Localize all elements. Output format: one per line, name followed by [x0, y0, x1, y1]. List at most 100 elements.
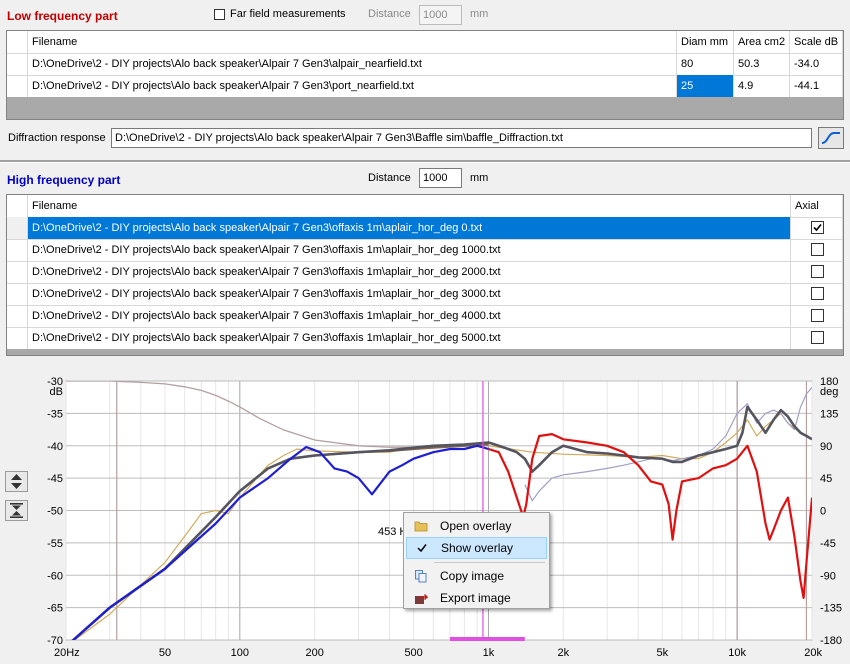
- y2-tick-label: 45: [820, 473, 832, 485]
- low-col-filename[interactable]: Filename: [28, 31, 677, 53]
- table-row[interactable]: D:\OneDrive\2 - DIY projects\Alo back sp…: [7, 217, 843, 240]
- axial-checkbox[interactable]: [811, 265, 824, 278]
- low-row-diam-selected[interactable]: 25: [677, 75, 734, 97]
- low-distance-unit: mm: [470, 8, 489, 20]
- x-tick-label: 50: [159, 647, 171, 659]
- fit-vertical-icon: [10, 503, 23, 518]
- x-tick-label: 20k: [804, 647, 822, 659]
- axial-checkbox[interactable]: [811, 331, 824, 344]
- high-row-filename-selected[interactable]: D:\OneDrive\2 - DIY projects\Alo back sp…: [28, 217, 791, 239]
- axial-checkbox[interactable]: [811, 287, 824, 300]
- low-col-diam[interactable]: Diam mm: [677, 31, 734, 53]
- y-tick-label: -30: [47, 376, 63, 388]
- table-row[interactable]: D:\OneDrive\2 - DIY projects\Alo back sp…: [7, 53, 843, 76]
- low-col-area[interactable]: Area cm2: [734, 31, 790, 53]
- high-row-axial[interactable]: [791, 217, 843, 239]
- high-row-filename[interactable]: D:\OneDrive\2 - DIY projects\Alo back sp…: [28, 283, 791, 305]
- zoom-expand-button[interactable]: [5, 471, 28, 492]
- y2-tick-label: -45: [820, 538, 836, 550]
- diffraction-curve-button[interactable]: [818, 127, 844, 149]
- high-col-filename[interactable]: Filename: [28, 195, 791, 217]
- y-tick-label: -45: [47, 473, 63, 485]
- axial-checkbox[interactable]: [811, 243, 824, 256]
- x-tick-label: 500: [404, 647, 422, 659]
- high-distance-input[interactable]: 1000: [419, 168, 462, 188]
- high-row-filename[interactable]: D:\OneDrive\2 - DIY projects\Alo back sp…: [28, 327, 791, 349]
- x-tick-label: 5k: [656, 647, 668, 659]
- x-tick-label: 100: [231, 647, 249, 659]
- high-row-axial[interactable]: [791, 305, 843, 327]
- low-row-filename[interactable]: D:\OneDrive\2 - DIY projects\Alo back sp…: [28, 53, 677, 75]
- y-tick-label: -55: [47, 538, 63, 550]
- y-tick-label: -50: [47, 506, 63, 518]
- low-row-scale[interactable]: -34.0: [790, 53, 843, 75]
- x-tick-label: 10k: [728, 647, 746, 659]
- high-row-filename[interactable]: D:\OneDrive\2 - DIY projects\Alo back sp…: [28, 305, 791, 327]
- diffraction-input[interactable]: D:\OneDrive\2 - DIY projects\Alo back sp…: [111, 128, 812, 148]
- y-tick-label: -65: [47, 603, 63, 615]
- high-row-axial[interactable]: [791, 327, 843, 349]
- low-row-diam[interactable]: 80: [677, 53, 734, 75]
- y2-tick-label: -135: [820, 603, 842, 615]
- low-grid-empty-area: [7, 97, 843, 119]
- table-row[interactable]: D:\OneDrive\2 - DIY projects\Alo back sp…: [7, 305, 843, 328]
- y2-unit-label: deg: [820, 386, 838, 398]
- low-col-scale[interactable]: Scale dB: [790, 31, 843, 53]
- table-row[interactable]: D:\OneDrive\2 - DIY projects\Alo back sp…: [7, 261, 843, 284]
- table-row[interactable]: D:\OneDrive\2 - DIY projects\Alo back sp…: [7, 327, 843, 350]
- low-frequency-grid: Filename Diam mm Area cm2 Scale dB D:\On…: [6, 30, 844, 120]
- low-distance-input[interactable]: 1000: [419, 5, 462, 25]
- high-grid-empty-area: [7, 349, 843, 355]
- zoom-fit-button[interactable]: [5, 500, 28, 521]
- menu-item-copy-image[interactable]: Copy image: [406, 565, 547, 587]
- low-row-area[interactable]: 50.3: [734, 53, 790, 75]
- high-distance-unit: mm: [470, 172, 489, 184]
- y2-tick-label: -180: [820, 635, 842, 647]
- menu-item-label: Open overlay: [440, 519, 512, 533]
- low-distance-label: Distance: [368, 8, 411, 20]
- menu-item-export-image[interactable]: Export image: [406, 587, 547, 609]
- axial-checkbox-checked[interactable]: [811, 221, 824, 234]
- high-distance-label: Distance: [368, 172, 411, 184]
- far-field-label: Far field measurements: [230, 8, 346, 20]
- low-grid-header: Filename Diam mm Area cm2 Scale dB: [7, 31, 843, 54]
- context-menu: Open overlay Show overlay Copy image Exp…: [403, 512, 550, 609]
- cursor-band: [449, 637, 525, 641]
- menu-item-show-overlay[interactable]: Show overlay: [406, 537, 547, 559]
- menu-separator: [434, 562, 545, 563]
- phase-curve: [66, 381, 489, 448]
- low-row-scale[interactable]: -44.1: [790, 75, 843, 97]
- axial-checkbox[interactable]: [811, 309, 824, 322]
- high-row-filename[interactable]: D:\OneDrive\2 - DIY projects\Alo back sp…: [28, 239, 791, 261]
- high-row-filename[interactable]: D:\OneDrive\2 - DIY projects\Alo back sp…: [28, 261, 791, 283]
- x-tick-label: 200: [305, 647, 323, 659]
- copy-icon: [415, 570, 427, 583]
- table-row[interactable]: D:\OneDrive\2 - DIY projects\Alo back sp…: [7, 283, 843, 306]
- menu-item-open-overlay[interactable]: Open overlay: [406, 515, 547, 537]
- low-row-area[interactable]: 4.9: [734, 75, 790, 97]
- high-row-axial[interactable]: [791, 283, 843, 305]
- high-col-axial[interactable]: Axial: [791, 195, 843, 217]
- table-row[interactable]: D:\OneDrive\2 - DIY projects\Alo back sp…: [7, 239, 843, 262]
- high-frequency-title: High frequency part: [7, 173, 121, 187]
- lavender-response-curve: [524, 387, 812, 502]
- check-icon: [813, 223, 822, 232]
- x-tick-label: 1k: [483, 647, 495, 659]
- y2-tick-label: -90: [820, 570, 836, 582]
- section-separator: [0, 160, 850, 163]
- folder-icon: [414, 521, 428, 532]
- table-row[interactable]: D:\OneDrive\2 - DIY projects\Alo back sp…: [7, 75, 843, 98]
- y2-tick-label: 90: [820, 441, 832, 453]
- diffraction-label: Diffraction response: [8, 132, 106, 144]
- high-grid-header: Filename Axial: [7, 195, 843, 218]
- y-tick-label: -60: [47, 570, 63, 582]
- far-field-checkbox[interactable]: [214, 9, 225, 20]
- y-tick-label: -70: [47, 635, 63, 647]
- y2-tick-label: 0: [820, 506, 826, 518]
- menu-item-label: Show overlay: [441, 541, 514, 555]
- y2-tick-label: 135: [820, 408, 838, 420]
- high-row-axial[interactable]: [791, 261, 843, 283]
- y-tick-label: -40: [47, 441, 63, 453]
- high-row-axial[interactable]: [791, 239, 843, 261]
- low-row-filename[interactable]: D:\OneDrive\2 - DIY projects\Alo back sp…: [28, 75, 677, 97]
